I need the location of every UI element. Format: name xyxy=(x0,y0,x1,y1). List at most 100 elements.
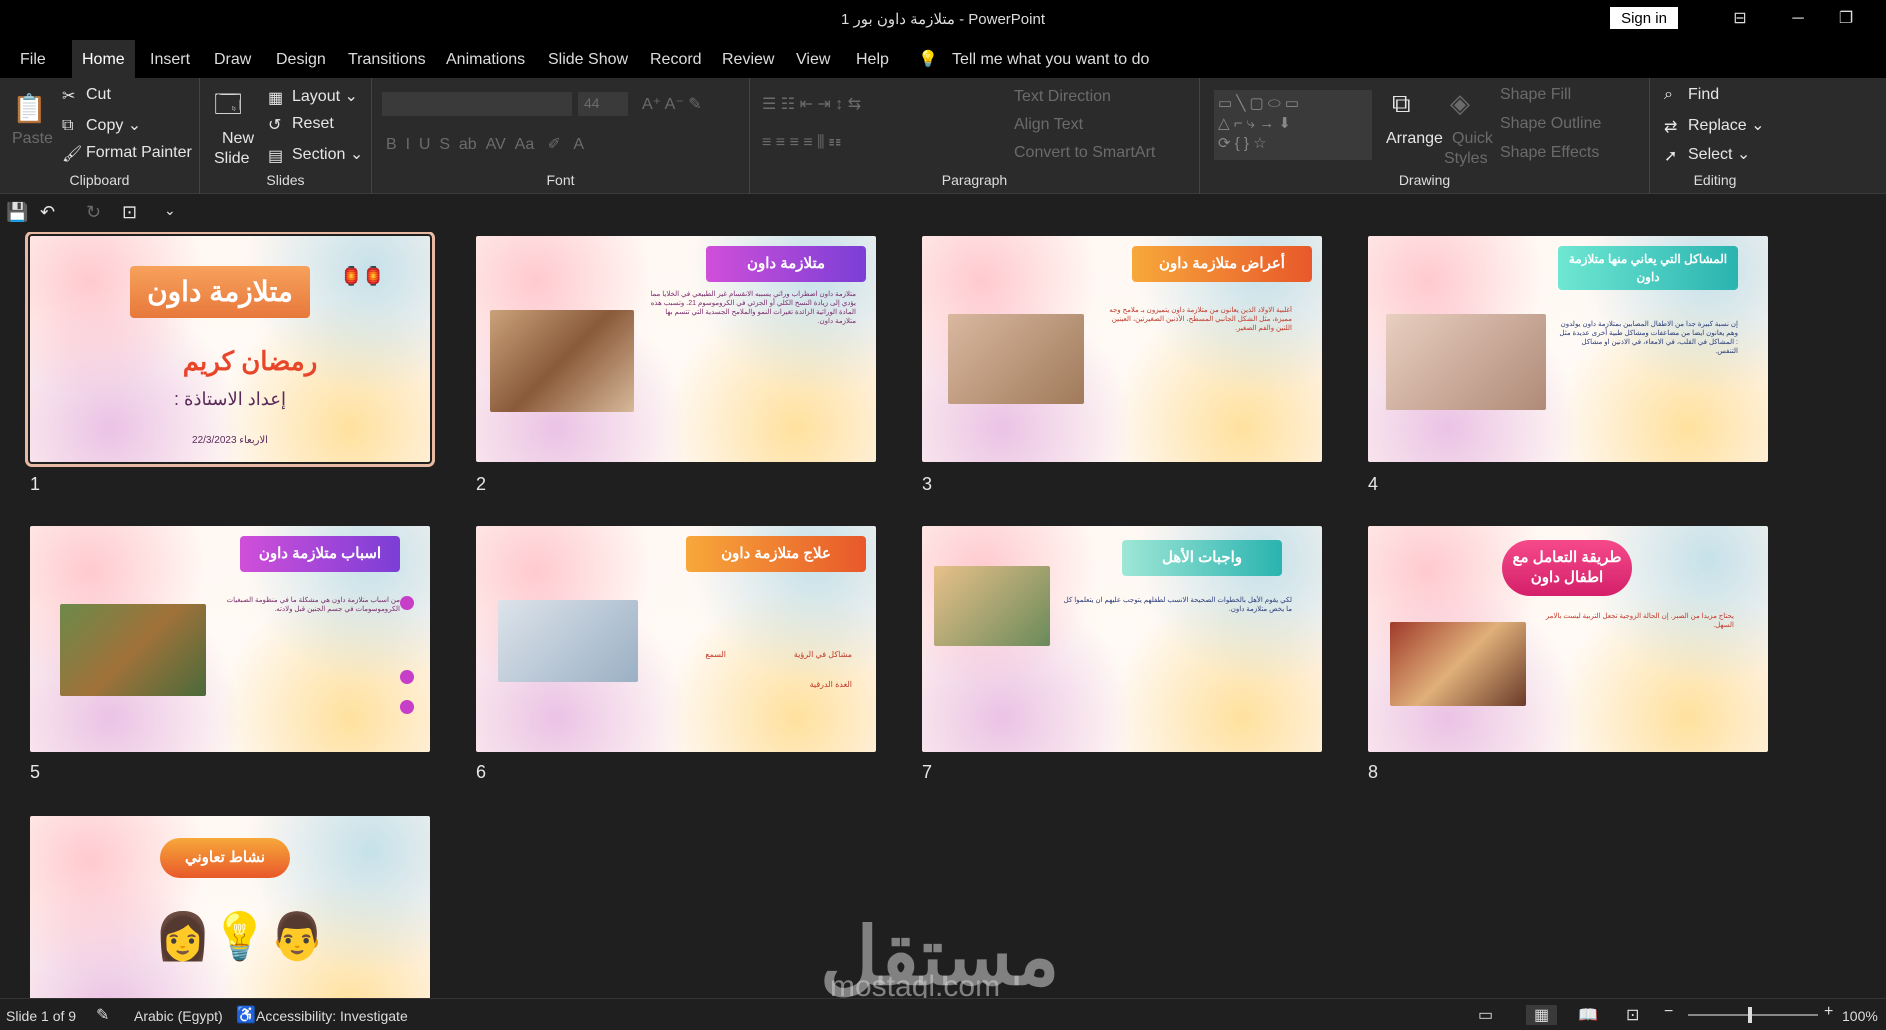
new-slide-button-2[interactable]: Slide xyxy=(214,150,250,168)
slide-number: 2 xyxy=(476,474,487,494)
shapes-gallery[interactable]: ▭ ╲ ▢ ⬭ ▭ △ ⌐ ⤷ → ⬇ ⟳ { } ☆ xyxy=(1214,90,1372,160)
arrange-icon[interactable]: ⧉ xyxy=(1392,88,1411,120)
zoom-out-icon[interactable]: − xyxy=(1664,1003,1673,1021)
accessibility-status[interactable]: Accessibility: Investigate xyxy=(256,1008,408,1024)
slide-number: 1 xyxy=(30,474,41,494)
editing-label: Editing xyxy=(1693,172,1737,188)
zoom-slider[interactable] xyxy=(1688,1014,1818,1016)
slide-thumbnail-8[interactable]: طريقة التعامل مع اطفال داون يحتاج مزيدا … xyxy=(1368,526,1768,752)
tab-view[interactable]: View xyxy=(786,40,840,78)
slide-thumbnail-1[interactable]: متلازمة داون رمضان كريم إعداد الاستاذة :… xyxy=(25,232,435,467)
copy-button[interactable]: ⧉ Copy ⌄ xyxy=(62,115,141,135)
tab-transitions[interactable]: Transitions xyxy=(338,40,436,78)
align-icons[interactable]: ≡ ≡ ≡ ≡ ⫼ ☷ xyxy=(762,134,841,152)
tab-record[interactable]: Record xyxy=(640,40,712,78)
replace-button[interactable]: ⇄ Replace ⌄ xyxy=(1664,115,1765,136)
tab-home[interactable]: Home xyxy=(72,40,135,78)
paragraph-group: ☰ ☷ ⇤ ⇥ ↕ ⇆ ≡ ≡ ≡ ≡ ⫼ ☷ Text Direction A… xyxy=(750,78,1200,194)
align-text-button[interactable]: Align Text xyxy=(1014,116,1083,134)
customize-qat-icon[interactable]: ⌄ xyxy=(164,202,176,219)
quick-styles-button[interactable]: Quick xyxy=(1452,130,1493,148)
zoom-in-icon[interactable]: + xyxy=(1824,1003,1833,1021)
slide-photo xyxy=(1390,622,1526,706)
slide-thumbnail-9[interactable]: نشاط تعاوني 👩💡👨 xyxy=(30,816,430,998)
sign-in-button[interactable]: Sign in xyxy=(1610,7,1678,29)
undo-icon[interactable]: ↶ xyxy=(40,202,55,223)
drawing-label: Drawing xyxy=(1398,172,1451,188)
grow-font-icon[interactable]: A⁺ A⁻ ✎ xyxy=(642,94,702,114)
cut-button[interactable]: ✂ Cut xyxy=(62,86,111,105)
lightbulb-icon: 💡 xyxy=(918,51,938,68)
slide-number: 4 xyxy=(1368,474,1379,494)
font-format-icons[interactable]: B I U S ab AV Aa ✐ A xyxy=(386,134,584,154)
restore-icon[interactable]: ❐ xyxy=(1826,6,1866,32)
redo-icon[interactable]: ↻ xyxy=(86,202,101,223)
shape-fill-button[interactable]: Shape Fill xyxy=(1500,86,1571,104)
slide-counter: Slide 1 of 9 xyxy=(6,1008,77,1024)
slide-thumbnail-2[interactable]: متلازمة داون متلازمة داون اضطراب وراثي ي… xyxy=(476,236,876,462)
paste-button[interactable]: Paste xyxy=(12,130,53,148)
quick-styles-icon[interactable]: ◈ xyxy=(1450,88,1470,119)
ribbon: 📋 Paste ✂ Cut ⧉ Copy ⌄ 🖌 Format Painter Cli… xyxy=(0,78,1886,194)
shape-effects-button[interactable]: Shape Effects xyxy=(1500,144,1599,162)
arrange-button[interactable]: Arrange xyxy=(1386,130,1443,148)
format-painter-button[interactable]: 🖌 Format Painter xyxy=(62,144,192,163)
notes-icon[interactable]: ✎ xyxy=(96,1005,109,1025)
text-direction-button[interactable]: Text Direction xyxy=(1014,88,1111,106)
minimize-icon[interactable]: ─ xyxy=(1778,6,1818,32)
section-button[interactable]: ▤ Section ⌄ xyxy=(268,144,363,165)
slideshow-view-icon[interactable]: ⊡ xyxy=(1626,1005,1639,1025)
slide-sorter-view-icon[interactable]: ▦ xyxy=(1526,1005,1558,1025)
reset-button[interactable]: ↺ Reset xyxy=(268,115,334,134)
editing-group: ⌕ Find ⇄ Replace ⌄ ➚ Select ⌄ Editing xyxy=(1650,78,1780,194)
slide-thumbnail-7[interactable]: واجبات الأهل لكي يقوم الأهل بالخطوات الص… xyxy=(922,526,1322,752)
tab-file[interactable]: File xyxy=(10,40,56,78)
scissors-icon: ✂ xyxy=(62,88,76,105)
ribbon-display-icon[interactable]: ⊟ xyxy=(1720,6,1760,32)
font-size-box[interactable]: 44 xyxy=(578,92,628,116)
save-icon[interactable]: 💾 xyxy=(6,202,28,223)
tab-slide-show[interactable]: Slide Show xyxy=(538,40,638,78)
reading-view-icon[interactable]: 📖 xyxy=(1578,1005,1598,1025)
slide-subtitle: رمضان كريم xyxy=(182,346,318,376)
tab-help[interactable]: Help xyxy=(846,40,899,78)
accessibility-icon[interactable]: ♿ xyxy=(236,1005,256,1025)
slide-thumbnail-4[interactable]: المشاكل التي يعاني منها متلازمة داون إن … xyxy=(1368,236,1768,462)
present-icon[interactable]: ⊡ xyxy=(122,202,137,223)
new-slide-button[interactable]: New xyxy=(222,130,254,148)
normal-view-icon[interactable]: ▭ xyxy=(1478,1005,1493,1025)
slide-photo xyxy=(948,314,1084,404)
slide-thumbnail-3[interactable]: أعراض متلازمة داون أغلبية الاولاد الذين … xyxy=(922,236,1322,462)
quick-styles-button-2[interactable]: Styles xyxy=(1444,150,1488,168)
slide-thumbnail-6[interactable]: علاج متلازمة داون مشاكل في الرؤية السمع … xyxy=(476,526,876,752)
new-slide-icon[interactable]: 🗔 xyxy=(214,86,242,130)
zoom-level[interactable]: 100% xyxy=(1842,1008,1878,1024)
smartart-button[interactable]: Convert to SmartArt xyxy=(1014,144,1155,162)
zoom-slider-thumb[interactable] xyxy=(1748,1007,1752,1023)
slide-thumbnail-5[interactable]: اسباب متلازمة داون من اسباب متلازمة داون… xyxy=(30,526,430,752)
tab-animations[interactable]: Animations xyxy=(436,40,535,78)
list-icons[interactable]: ☰ ☷ ⇤ ⇥ ↕ ⇆ xyxy=(762,94,861,114)
slides-label: Slides xyxy=(266,172,305,188)
quick-access-toolbar: 💾 ↶ ↻ ⊡ ⌄ xyxy=(0,196,1886,232)
slide-body: من اسباب متلازمة داون هي مشكلة ما في منظ… xyxy=(226,597,400,613)
font-name-box[interactable] xyxy=(382,92,572,116)
slide-list-item: السمع xyxy=(705,650,726,659)
slide-photo xyxy=(934,566,1050,646)
tab-draw[interactable]: Draw xyxy=(204,40,261,78)
find-button[interactable]: ⌕ Find xyxy=(1664,86,1719,104)
select-button[interactable]: ➚ Select ⌄ xyxy=(1664,144,1750,165)
slide-list-item: مشاكل في الرؤية xyxy=(793,650,852,659)
language-indicator[interactable]: Arabic (Egypt) xyxy=(134,1008,223,1024)
layout-button[interactable]: ▦ Layout ⌄ xyxy=(268,86,358,107)
slide-title: أعراض متلازمة داون xyxy=(1132,246,1312,282)
slide-number: 3 xyxy=(922,474,933,494)
tab-insert[interactable]: Insert xyxy=(140,40,200,78)
tell-me-search[interactable]: Tell me what you want to do xyxy=(952,40,1149,78)
shape-outline-button[interactable]: Shape Outline xyxy=(1500,115,1601,133)
status-bar: Slide 1 of 9 ✎ Arabic (Egypt) ♿ Accessib… xyxy=(0,998,1886,1030)
paste-icon[interactable]: 📋 xyxy=(12,92,47,125)
slide-photo xyxy=(60,604,206,696)
tab-design[interactable]: Design xyxy=(266,40,336,78)
tab-review[interactable]: Review xyxy=(712,40,784,78)
